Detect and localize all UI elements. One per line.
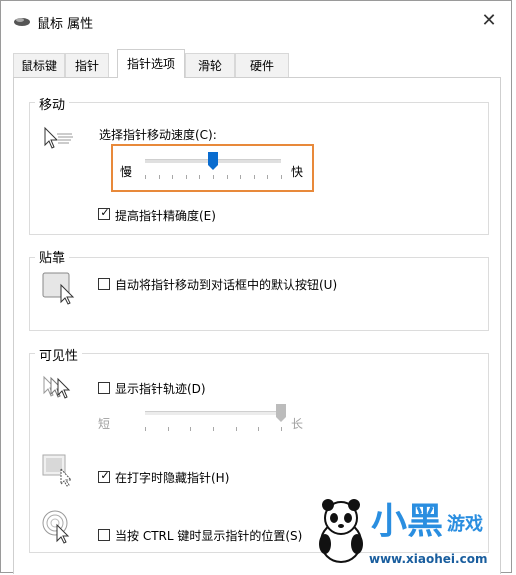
- slider-tick: [213, 427, 214, 431]
- trails-checkbox[interactable]: ✓: [98, 382, 110, 394]
- pointer-speed-icon: [44, 126, 73, 149]
- slider-tick: [281, 427, 282, 431]
- mouse-icon: [14, 18, 30, 26]
- slider-tick: [159, 175, 160, 179]
- tab-wheel[interactable]: 滑轮: [185, 53, 235, 77]
- trails-slider-thumb[interactable]: [276, 404, 286, 422]
- slider-tick: [145, 427, 146, 431]
- trails-short-label: 短: [98, 417, 111, 431]
- precision-checkbox[interactable]: ✓: [98, 206, 110, 220]
- snap-group-title: 贴靠: [35, 247, 70, 266]
- slider-tick: [199, 175, 200, 179]
- hide-pointer-label: 在打字时隐藏指针(H): [115, 471, 230, 485]
- site-watermark: 小黑 游戏 www.xiaohei.com: [307, 488, 507, 572]
- slider-tick: [240, 175, 241, 179]
- panda-logo-icon: [319, 499, 363, 563]
- pointer-trails-icon: [43, 375, 71, 399]
- snap-checkbox[interactable]: ✓: [98, 278, 110, 290]
- visibility-group-title: 可见性: [35, 345, 83, 364]
- slider-tick: [258, 427, 259, 431]
- slider-tick: [172, 175, 173, 179]
- precision-label: 提高指针精确度(E): [115, 209, 216, 223]
- slider-tick: [145, 175, 146, 179]
- watermark-brand-sub: 游戏: [447, 514, 483, 535]
- snap-group: [29, 257, 489, 331]
- window-title: 鼠标 属性: [37, 17, 94, 32]
- slider-tick: [281, 175, 282, 179]
- slider-tick: [213, 175, 214, 179]
- slider-tick: [254, 175, 255, 179]
- ctrl-show-location-checkbox[interactable]: ✓: [98, 529, 110, 541]
- tab-buttons[interactable]: 鼠标键: [13, 53, 65, 77]
- title-bar: 鼠标 属性 ✕: [1, 1, 511, 41]
- speed-label: 选择指针移动速度(C):: [99, 128, 217, 142]
- speed-slow-label: 慢: [120, 165, 133, 179]
- slider-tick: [227, 175, 228, 179]
- speed-fast-label: 快: [291, 165, 304, 179]
- slider-tick: [190, 427, 191, 431]
- trails-label: 显示指针轨迹(D): [115, 382, 206, 396]
- close-button[interactable]: ✕: [475, 7, 503, 35]
- trails-long-label: 长: [291, 417, 304, 431]
- watermark-brand-main: 小黑: [371, 501, 444, 542]
- motion-group-title: 移动: [35, 94, 70, 113]
- checkmark-icon: ✓: [100, 206, 110, 219]
- tab-pointer-options[interactable]: 指针选项: [117, 49, 185, 78]
- watermark-url: www.xiaohei.com: [369, 552, 488, 566]
- mouse-properties-dialog: 鼠标 属性 ✕ 鼠标键 指针 指针选项 滑轮 硬件 移动 选择指针移动速度(C)…: [0, 0, 512, 574]
- hide-while-typing-icon: [42, 454, 73, 487]
- checkmark-icon: ✓: [100, 469, 110, 482]
- tab-pointers[interactable]: 指针: [65, 53, 109, 77]
- trails-slider-track[interactable]: [145, 411, 281, 415]
- slider-tick: [236, 427, 237, 431]
- hide-pointer-checkbox[interactable]: ✓: [98, 469, 110, 483]
- speed-slider-thumb[interactable]: [208, 152, 218, 170]
- snap-to-default-icon: [42, 272, 75, 305]
- snap-label: 自动将指针移动到对话框中的默认按钮(U): [115, 278, 338, 292]
- slider-tick: [267, 175, 268, 179]
- tab-hardware[interactable]: 硬件: [235, 53, 289, 77]
- slider-tick: [168, 427, 169, 431]
- show-location-icon: [42, 510, 70, 544]
- ctrl-show-location-label: 当按 CTRL 键时显示指针的位置(S): [115, 529, 303, 543]
- slider-tick: [186, 175, 187, 179]
